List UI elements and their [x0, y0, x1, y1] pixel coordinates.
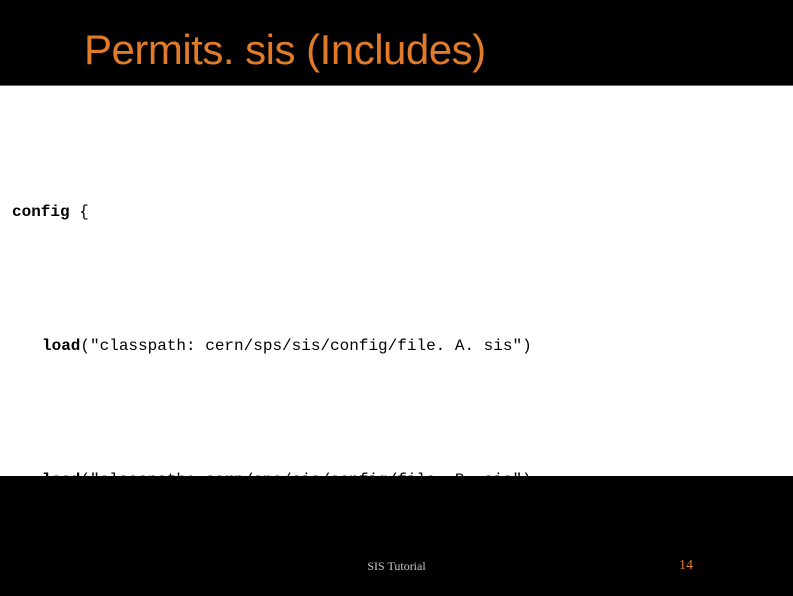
slide: Permits. sis (Includes) config { load("c…	[0, 0, 793, 596]
page-number: 14	[679, 558, 693, 574]
code-line-load-a: load("classpath: cern/sps/sis/config/fil…	[42, 335, 532, 357]
code-spacer	[12, 536, 532, 558]
keyword-load: load	[42, 471, 80, 489]
keyword-load: load	[42, 337, 80, 355]
content-panel: config { load("classpath: cern/sps/sis/c…	[0, 86, 793, 476]
code-block: config { load("classpath: cern/sps/sis/c…	[12, 156, 532, 596]
code-text: ("classpath: cern/sps/sis/config/file. B…	[80, 471, 531, 489]
code-line-load-b: load("classpath: cern/sps/sis/config/fil…	[42, 469, 532, 491]
code-spacer	[12, 268, 532, 290]
footer-label: SIS Tutorial	[367, 559, 425, 574]
code-text: {	[70, 203, 89, 221]
code-spacer	[12, 402, 532, 424]
slide-title: Permits. sis (Includes)	[84, 26, 486, 74]
code-text: ("classpath: cern/sps/sis/config/file. A…	[80, 337, 531, 355]
code-line-config: config {	[12, 201, 532, 223]
keyword-config: config	[12, 203, 70, 221]
